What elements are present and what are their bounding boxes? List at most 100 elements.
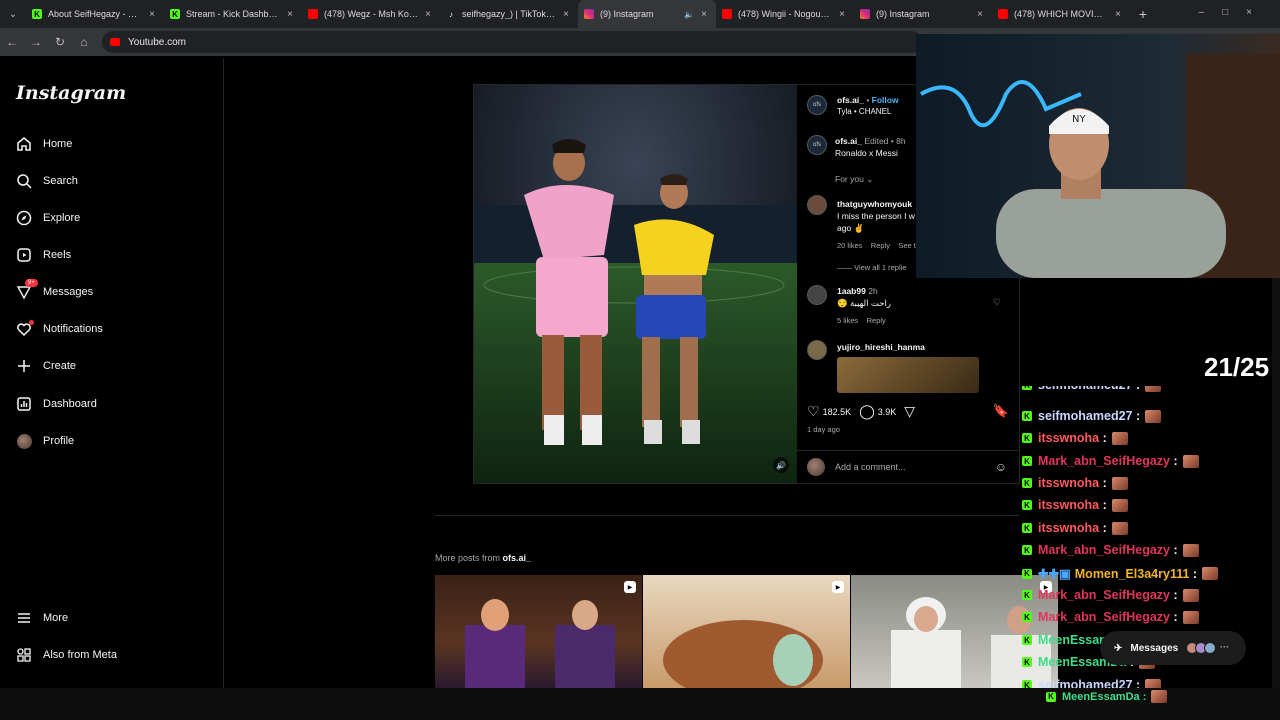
tab-audio-icon[interactable]: 🔈 <box>684 10 694 19</box>
dashboard-icon <box>16 396 32 412</box>
sidebar-label: Create <box>43 360 77 372</box>
messenger-icon: 9+ <box>16 279 38 300</box>
chat-emote <box>1145 386 1162 392</box>
for-you-dropdown[interactable]: For you ⌄ <box>835 174 873 185</box>
close-tab-icon[interactable]: × <box>146 9 158 20</box>
kick-icon: K <box>1022 545 1032 555</box>
close-tab-icon[interactable]: × <box>974 9 986 20</box>
like-count[interactable]: 182.5K <box>823 407 852 417</box>
close-tab-icon[interactable]: × <box>1112 9 1124 20</box>
chat-line: Kitsswnoha : <box>1022 521 1128 535</box>
chat-line: K Mark_abn_SeifHegazy : <box>1022 588 1199 602</box>
add-comment-input[interactable]: Add a comment... <box>835 462 906 472</box>
see-translation[interactable]: See t <box>898 241 916 250</box>
bookmark-icon[interactable]: 🔖 <box>993 403 1009 419</box>
close-tab-icon[interactable]: × <box>422 9 434 20</box>
sidebar-item-reels[interactable]: Reels <box>16 247 71 263</box>
sidebar-item-also-from-meta[interactable]: Also from Meta <box>16 647 117 663</box>
commenter-avatar[interactable] <box>807 285 827 305</box>
floating-messages-button[interactable]: ✈ Messages ··· <box>1100 631 1246 665</box>
comment-username[interactable]: yujiro_hireshi_hanma <box>837 342 925 352</box>
reel-icon: ▶ <box>832 581 844 593</box>
close-tab-icon[interactable]: × <box>560 9 572 20</box>
window-controls[interactable]: –□× <box>1199 7 1270 18</box>
browser-tab[interactable]: (478) Wingii - Nogoum El × <box>716 0 854 28</box>
game-counter: 21/25 <box>1204 352 1270 382</box>
post-video[interactable]: 🔊 <box>474 85 797 483</box>
forward-icon[interactable]: → <box>24 35 48 49</box>
close-tab-icon[interactable]: × <box>284 9 296 20</box>
new-tab-button[interactable]: + <box>1130 6 1156 22</box>
comment-like-icon[interactable]: ♡ <box>993 297 1001 308</box>
caption-username[interactable]: ofs.ai_ <box>835 136 862 146</box>
view-replies[interactable]: —— View all 1 replie <box>837 263 906 272</box>
comment-username[interactable]: thatguywhomyouk <box>837 199 912 209</box>
chat-username: MeenEssamDa <box>1062 690 1140 703</box>
address-input[interactable]: Youtube.com <box>102 31 922 53</box>
close-tab-icon[interactable]: × <box>698 9 710 20</box>
chat-badges: ✚✚▣ <box>1038 567 1071 581</box>
page-scrollbar[interactable] <box>1272 278 1280 688</box>
follow-button[interactable]: Follow <box>872 95 899 105</box>
sidebar-item-explore[interactable]: Explore <box>16 210 80 226</box>
tiktok-icon: ♪ <box>449 9 453 19</box>
sidebar-label: More <box>43 612 69 624</box>
sidebar-item-notifications[interactable]: Notifications <box>16 320 103 337</box>
tab-title: About SeifHegazy - Watch <box>48 9 142 19</box>
chat-line: KMeenEssamDa : <box>1046 690 1168 703</box>
more-post-thumb[interactable]: ▶ <box>643 575 850 688</box>
caption-avatar[interactable]: ofs <box>807 135 827 155</box>
comment-username[interactable]: 1aab99 <box>837 286 866 296</box>
mute-icon[interactable]: 🔊 <box>773 457 789 473</box>
chat-emote <box>1202 567 1219 580</box>
browser-tab[interactable]: (9) Instagram 🔈 × <box>578 0 716 28</box>
emoji-icon[interactable]: ☺ <box>995 460 1007 474</box>
browser-tab[interactable]: K Stream - Kick Dashboard × <box>164 0 302 28</box>
sidebar-item-create[interactable]: Create <box>16 358 76 374</box>
like-heart-icon[interactable]: ♡ <box>807 403 820 420</box>
browser-tab[interactable]: (9) Instagram × <box>854 0 992 28</box>
more-post-thumb[interactable]: ▶ <box>435 575 642 688</box>
reply-button[interactable]: Reply <box>871 241 890 250</box>
comment-meta: 20 likes Reply See t <box>837 241 916 250</box>
bottom-bar: K MeenEssamDa : <box>0 688 1280 720</box>
more-posts-username[interactable]: ofs.ai_ <box>503 553 532 563</box>
sidebar-label: Search <box>43 175 78 187</box>
reply-button[interactable]: Reply <box>867 316 886 325</box>
reload-icon[interactable]: ↻ <box>48 35 72 49</box>
home-icon[interactable]: ⌂ <box>72 35 96 49</box>
browser-tab[interactable]: K About SeifHegazy - Watch × <box>26 0 164 28</box>
comment-likes[interactable]: 5 likes <box>837 316 858 325</box>
close-tab-icon[interactable]: × <box>836 9 848 20</box>
sidebar-item-profile[interactable]: Profile <box>16 433 74 449</box>
chat-line: K Mark_abn_SeifHegazy : <box>1022 610 1199 624</box>
browser-tab[interactable]: (478) WHICH MOVIE SCE × <box>992 0 1130 28</box>
author-avatar[interactable]: ofs <box>807 95 827 115</box>
commenter-avatar[interactable] <box>807 340 827 360</box>
sidebar-item-messages[interactable]: 9+ Messages <box>16 279 93 300</box>
webcam-image: NY <box>916 34 1280 278</box>
comment-bubble-icon[interactable]: ◯ <box>859 403 875 420</box>
commenter-avatar[interactable] <box>807 195 827 215</box>
sidebar-item-home[interactable]: Home <box>16 136 72 152</box>
tab-title: (478) Wegz - Msh Kol Ma <box>324 9 418 19</box>
tab-search-dropdown[interactable]: ⌄ <box>0 0 26 28</box>
comment-likes[interactable]: 20 likes <box>837 241 862 250</box>
sidebar-item-more[interactable]: More <box>16 610 68 626</box>
sidebar-item-search[interactable]: Search <box>16 173 78 189</box>
edited-label: Edited <box>864 136 889 146</box>
thumb-image <box>663 620 823 688</box>
instagram-logo[interactable]: Instagram <box>16 82 126 104</box>
share-icon[interactable]: ▽ <box>904 403 915 420</box>
browser-tab[interactable]: (478) Wegz - Msh Kol Ma × <box>302 0 440 28</box>
audio-track[interactable]: Tyla • CHANEL <box>837 107 891 116</box>
chat-line: K ✚✚▣ Momen_El3a4ry111 : <box>1022 566 1219 581</box>
author-username[interactable]: ofs.ai_ <box>837 95 864 105</box>
browser-tab[interactable]: ♪ seifhegazy_) | TikTok(+99) × <box>440 0 578 28</box>
kick-icon: K <box>1022 590 1032 600</box>
back-icon[interactable]: ← <box>0 35 24 49</box>
kick-icon: K <box>1022 635 1032 645</box>
sidebar-item-dashboard[interactable]: Dashboard <box>16 396 97 412</box>
chat-username: itsswnoha <box>1038 521 1100 535</box>
chat-line: Kitsswnoha : <box>1022 431 1128 445</box>
